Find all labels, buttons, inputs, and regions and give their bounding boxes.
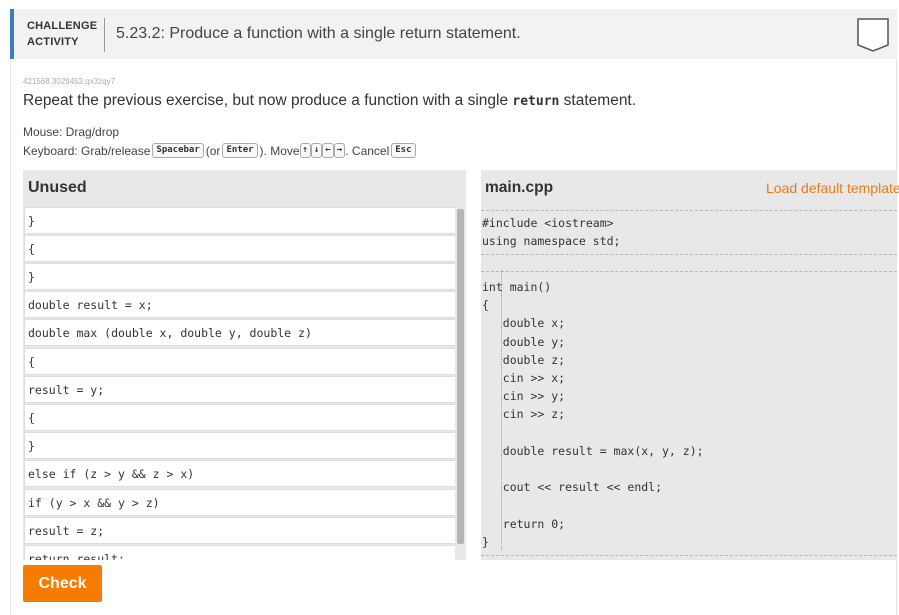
keyboard-help-or: (or (205, 143, 221, 158)
code-line: #include <iostream> (482, 216, 614, 230)
main-cpp-panel: main.cpp Load default template #include … (481, 170, 899, 560)
code-block[interactable]: } (24, 432, 456, 459)
header-divider (104, 18, 105, 52)
arrow-right-key: → (333, 143, 346, 158)
activity-title: 5.23.2: Produce a function with a single… (116, 25, 521, 42)
code-line: cin >> y; (482, 389, 566, 403)
unused-panel: Unused } { } double result = x; double m… (23, 170, 466, 560)
code-block[interactable]: { (24, 404, 456, 431)
spacebar-key: Spacebar (152, 143, 204, 158)
code-block[interactable]: result = z; (24, 517, 456, 544)
code-line: double result = max(x, y, z); (482, 444, 704, 458)
instructions: Repeat the previous exercise, but now pr… (23, 92, 636, 110)
code-line: cout << result << endl; (482, 480, 663, 494)
mouse-help: Mouse: Drag/drop (23, 125, 120, 139)
keyboard-help-text: Keyboard: Grab/release (23, 143, 151, 158)
completion-badge-icon (857, 18, 889, 52)
header-top-divider (481, 210, 897, 211)
main-bottom-divider (481, 555, 897, 556)
code-line: double y; (482, 335, 566, 349)
header-bottom-divider (481, 254, 897, 255)
arrow-up-key: ↑ (299, 143, 311, 158)
code-block[interactable]: return result; (24, 545, 456, 560)
code-block[interactable]: result = y; (24, 376, 456, 403)
code-line: int main() (482, 280, 552, 294)
unused-scrollbar-thumb[interactable] (457, 209, 464, 544)
unused-block-list[interactable]: } { } double result = x; double max (dou… (23, 207, 456, 560)
code-line: return 0; (482, 517, 566, 531)
instructions-code: return (512, 94, 560, 109)
code-block[interactable]: double result = x; (24, 291, 456, 318)
activity-header: CHALLENGE ACTIVITY 5.23.2: Produce a fun… (10, 9, 897, 59)
instructions-text-end: statement. (559, 92, 637, 109)
code-line: } (482, 535, 489, 549)
check-button[interactable]: Check (23, 565, 102, 602)
arrow-left-key: ← (322, 143, 334, 158)
code-line: double z; (482, 353, 566, 367)
code-block[interactable]: { (24, 235, 456, 262)
challenge-label: CHALLENGE (27, 20, 98, 32)
main-cpp-title: main.cpp (485, 179, 554, 196)
code-line: cin >> z; (482, 407, 566, 421)
code-block[interactable]: } (24, 207, 456, 234)
instructions-text: Repeat the previous exercise, but now pr… (23, 92, 513, 109)
esc-key: Esc (391, 143, 416, 158)
arrow-down-key: ↓ (310, 143, 323, 158)
enter-key: Enter (222, 143, 258, 158)
code-block[interactable]: if (y > x && y > z) (24, 489, 456, 516)
code-block[interactable]: { (24, 348, 456, 375)
code-block[interactable]: else if (z > y && z > x) (24, 460, 456, 487)
unused-title: Unused (28, 179, 87, 196)
keyboard-help-move: ). Move (259, 143, 300, 158)
code-block[interactable]: double max (double x, double y, double z… (24, 319, 456, 346)
keyboard-help: Keyboard: Grab/release Spacebar (or Ente… (23, 143, 418, 158)
activity-id: 421568.3029452.qx3zqy7 (23, 77, 116, 86)
keyboard-help-cancel: . Cancel (345, 143, 390, 158)
challenge-activity-label: CHALLENGE ACTIVITY (27, 18, 97, 50)
code-block[interactable]: } (24, 263, 456, 290)
code-line: { (482, 298, 489, 312)
code-line: double x; (482, 316, 566, 330)
main-top-divider (481, 271, 897, 272)
load-default-template-link[interactable]: Load default template (766, 180, 899, 196)
code-line: using namespace std; (482, 234, 621, 248)
activity-label: ACTIVITY (27, 36, 79, 48)
code-line: cin >> x; (482, 371, 566, 385)
